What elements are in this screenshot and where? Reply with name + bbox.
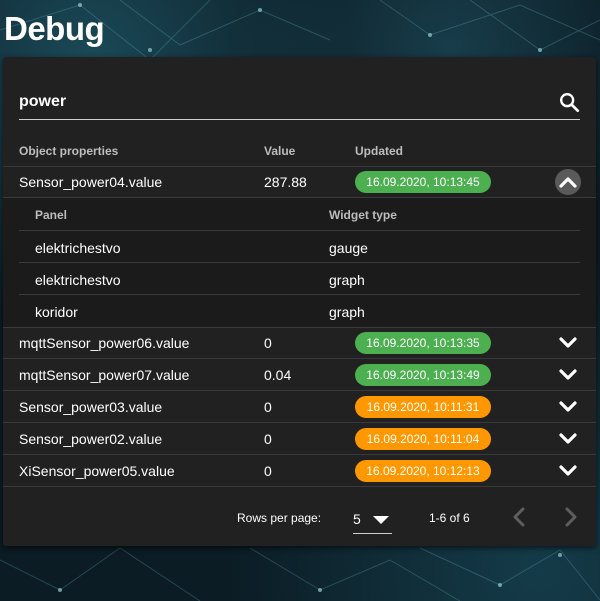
chevron-left-icon[interactable] [508, 505, 532, 529]
chevron-down-icon [559, 337, 577, 348]
detail-widget-type: graph [329, 304, 365, 320]
table-row[interactable]: XiSensor_power05.value 0 16.09.2020, 10:… [3, 455, 596, 487]
pagination-range: 1-6 of 6 [429, 511, 470, 525]
table-row[interactable]: Sensor_power03.value 0 16.09.2020, 10:11… [3, 391, 596, 423]
expand-row-button[interactable] [555, 458, 581, 484]
updated-badge: 16.09.2020, 10:13:35 [355, 332, 491, 354]
detail-panel-name: elektrichestvo [35, 272, 121, 288]
detail-header-panel: Panel [35, 208, 68, 222]
chevron-down-icon [559, 465, 577, 476]
property-name: XiSensor_power05.value [19, 463, 175, 479]
property-name: mqttSensor_power07.value [19, 367, 190, 383]
column-header-properties[interactable]: Object properties [19, 144, 118, 158]
table-row[interactable]: Sensor_power04.value 287.88 16.09.2020, … [3, 166, 596, 198]
rows-per-page-label: Rows per page: [237, 511, 322, 525]
detail-row[interactable]: elektrichestvo graph [19, 263, 580, 295]
expand-row-button[interactable] [555, 426, 581, 452]
chevron-down-icon [559, 433, 577, 444]
chevron-down-icon [559, 401, 577, 412]
collapse-row-button[interactable] [555, 169, 581, 195]
detail-header-widget: Widget type [329, 208, 397, 222]
table-row[interactable]: mqttSensor_power07.value 0.04 16.09.2020… [3, 359, 596, 391]
updated-badge: 16.09.2020, 10:13:45 [355, 171, 491, 193]
property-value: 0 [264, 463, 272, 479]
property-value: 0 [264, 335, 272, 351]
search-icon[interactable] [558, 91, 580, 113]
property-value: 287.88 [264, 174, 307, 190]
property-name: Sensor_power03.value [19, 399, 163, 415]
column-header-updated[interactable]: Updated [355, 144, 403, 158]
dropdown-arrow-icon [373, 516, 389, 524]
detail-panel-name: elektrichestvo [35, 240, 121, 256]
search-input[interactable]: power [19, 93, 66, 111]
row-detail-panel: Panel Widget type elektrichestvo gauge e… [3, 198, 596, 328]
expand-row-button[interactable] [555, 330, 581, 356]
column-header-value[interactable]: Value [264, 144, 295, 158]
updated-badge: 16.09.2020, 10:11:31 [355, 396, 491, 418]
pagination: Rows per page: 5 1-6 of 6 [3, 497, 596, 537]
rows-per-page-value: 5 [353, 511, 361, 527]
debug-card: power Object properties Value Updated Se… [3, 57, 596, 546]
detail-header: Panel Widget type [19, 198, 580, 231]
detail-widget-type: gauge [329, 240, 368, 256]
property-value: 0 [264, 399, 272, 415]
expand-row-button[interactable] [555, 362, 581, 388]
chevron-right-icon[interactable] [558, 505, 582, 529]
table-header: Object properties Value Updated [3, 140, 596, 167]
expand-row-button[interactable] [555, 394, 581, 420]
property-name: mqttSensor_power06.value [19, 335, 190, 351]
chevron-up-icon [559, 177, 577, 188]
updated-badge: 16.09.2020, 10:13:49 [355, 364, 491, 386]
search-field[interactable]: power [19, 87, 580, 120]
table-row[interactable]: Sensor_power02.value 0 16.09.2020, 10:11… [3, 423, 596, 455]
updated-badge: 16.09.2020, 10:12:13 [355, 460, 491, 482]
rows-per-page-select[interactable]: 5 [353, 503, 392, 534]
property-name: Sensor_power02.value [19, 431, 163, 447]
table-row[interactable]: mqttSensor_power06.value 0 16.09.2020, 1… [3, 327, 596, 359]
property-value: 0 [264, 431, 272, 447]
page-title: Debug [4, 10, 105, 47]
detail-row[interactable]: koridor graph [19, 295, 580, 326]
property-name: Sensor_power04.value [19, 174, 163, 190]
chevron-down-icon [559, 369, 577, 380]
updated-badge: 16.09.2020, 10:11:04 [355, 428, 491, 450]
detail-widget-type: graph [329, 272, 365, 288]
detail-panel-name: koridor [35, 304, 78, 320]
detail-row[interactable]: elektrichestvo gauge [19, 231, 580, 263]
property-value: 0.04 [264, 367, 292, 383]
